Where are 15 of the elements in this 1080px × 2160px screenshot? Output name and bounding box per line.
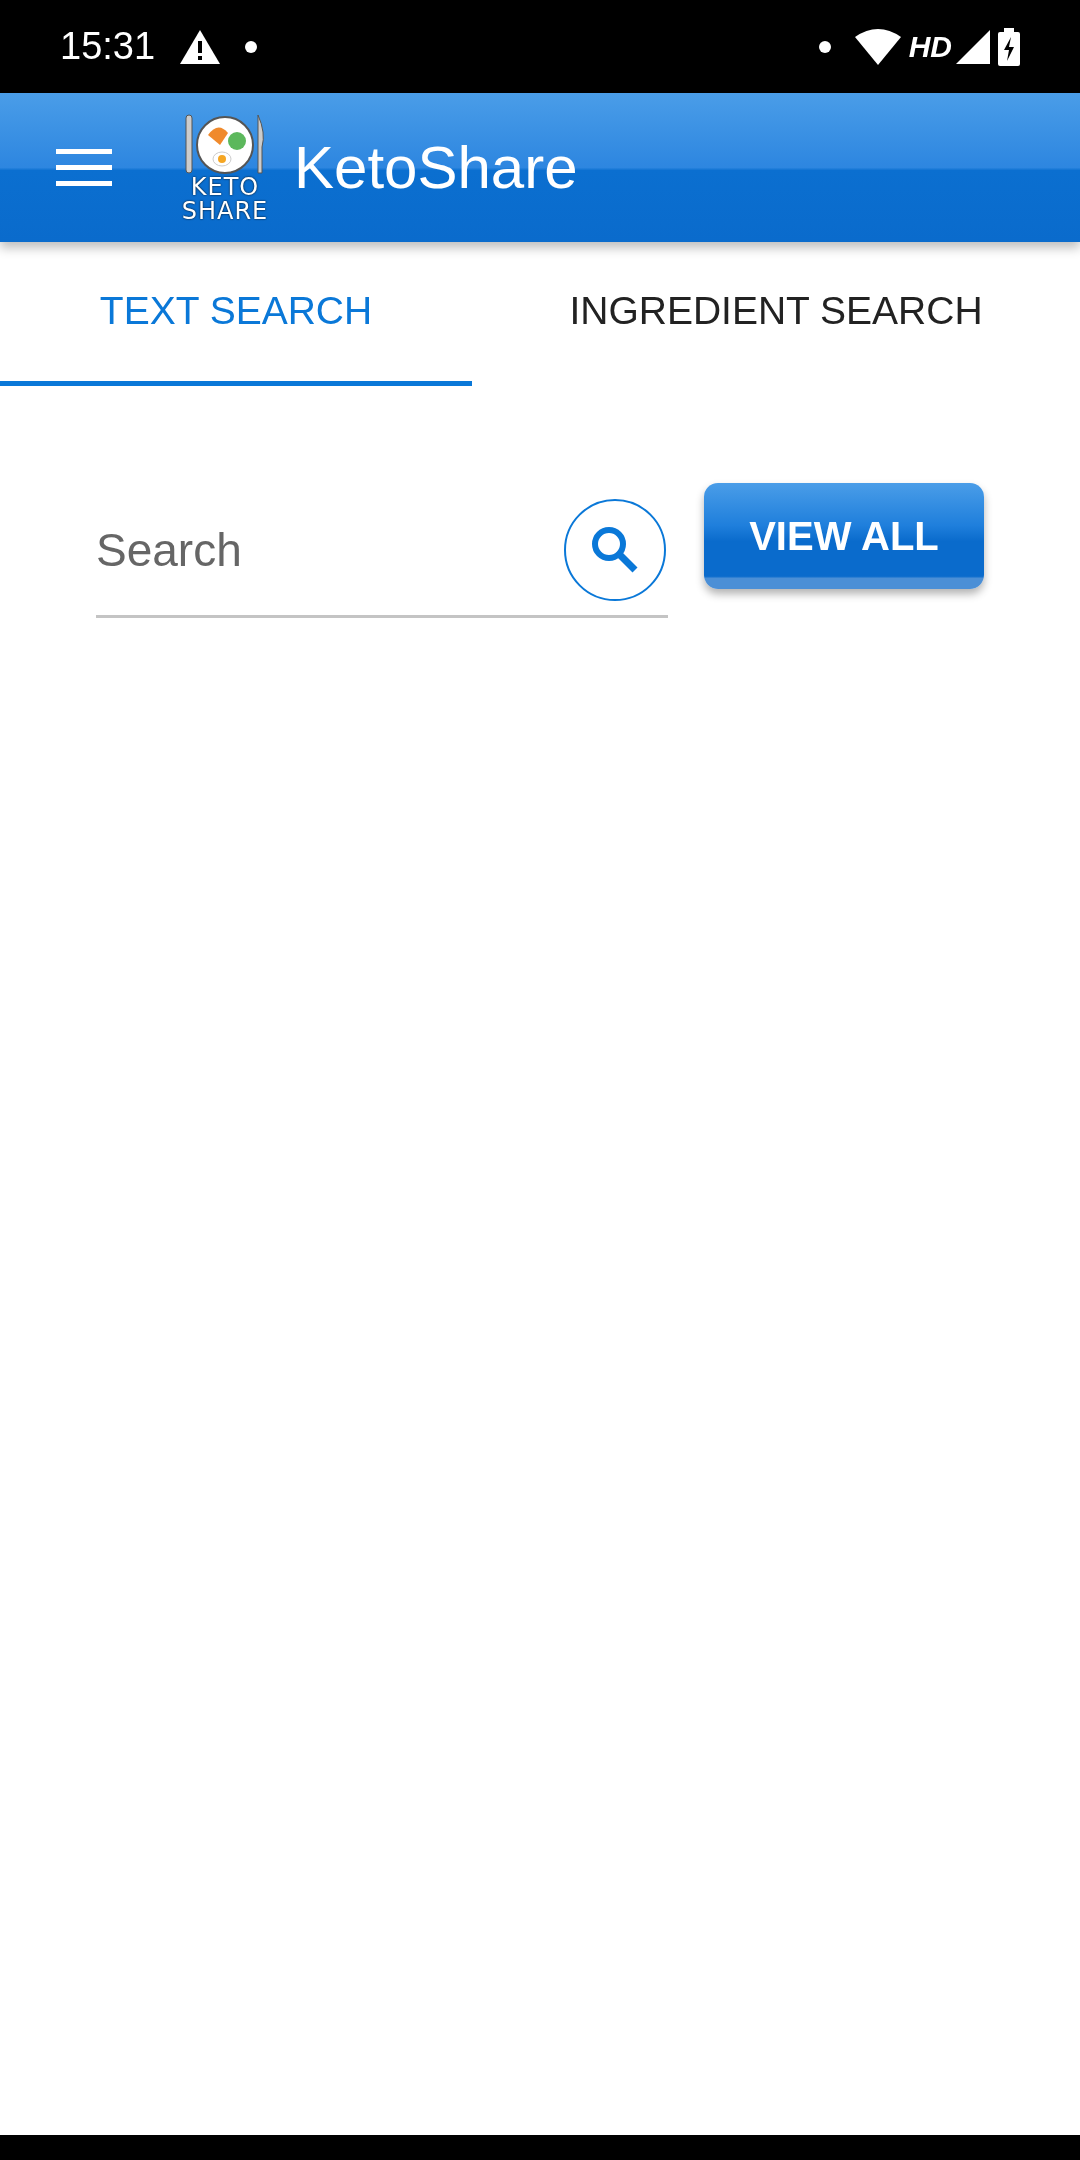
notification-dot-icon xyxy=(245,40,258,53)
battery-icon xyxy=(998,27,1020,66)
view-all-button[interactable]: VIEW ALL xyxy=(704,483,984,589)
wifi-icon xyxy=(854,28,901,65)
menu-icon[interactable] xyxy=(56,148,112,187)
logo-text: SHARE xyxy=(181,198,269,223)
app-title: KetoShare xyxy=(294,132,578,203)
status-time: 15:31 xyxy=(60,24,156,69)
warning-icon xyxy=(179,28,222,65)
tab[interactable]: TEXT SEARCH xyxy=(0,242,472,386)
network-type-label: HD xyxy=(908,29,952,65)
notification-dot-icon xyxy=(818,40,831,53)
logo-text: KETO xyxy=(190,174,260,199)
signal-icon xyxy=(956,29,990,64)
tab[interactable]: INGREDIENT SEARCH xyxy=(472,242,1080,386)
